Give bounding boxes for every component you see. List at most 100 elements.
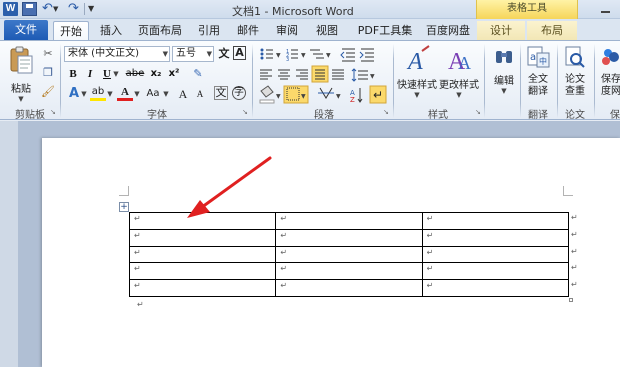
subscript-button[interactable]: x₂ (148, 66, 164, 82)
tab-view[interactable]: 视图 (312, 21, 342, 40)
redo-icon[interactable]: ↷ (66, 2, 81, 16)
binoculars-icon (496, 51, 512, 63)
table-cell[interactable]: ↵ (421, 212, 570, 230)
margin-mark (128, 186, 129, 196)
group-separator (520, 44, 521, 118)
tab-page-layout[interactable]: 页面布局 (134, 21, 186, 40)
quick-styles-button[interactable]: A 快速样式 ▼ (396, 45, 438, 101)
chevron-down-icon: ▼ (414, 91, 420, 99)
table-cell[interactable]: ↵ (275, 262, 423, 281)
grow-font-button[interactable]: A (175, 86, 191, 102)
tab-baidu-netdisk[interactable]: 百度网盘 (422, 21, 474, 40)
table-cell[interactable]: ↵ (275, 245, 423, 264)
highlight-button[interactable]: ab (90, 86, 106, 101)
save-icon[interactable] (22, 2, 37, 16)
table-cell[interactable]: ↵ (275, 212, 423, 230)
table-cell[interactable]: ↵ (421, 228, 570, 247)
bold-button[interactable]: B (65, 66, 81, 82)
font-color-button[interactable]: A (117, 86, 133, 101)
font-size-combo[interactable]: 五号 ▼ (172, 46, 214, 62)
customize-qat-icon[interactable]: ▼ (88, 2, 98, 16)
multilevel-list-icon (310, 49, 324, 59)
word-app-icon[interactable]: W (3, 2, 18, 16)
change-case-dropdown-icon[interactable]: ▼ (162, 86, 170, 102)
change-styles-button[interactable]: A A 更改样式 ▼ (438, 45, 480, 101)
strikethrough-button[interactable]: abe (125, 66, 145, 82)
table-cell[interactable]: ↵ (275, 228, 423, 247)
show-marks-icon: ↵ (373, 88, 383, 102)
paste-dropdown-icon[interactable]: ▼ (6, 95, 36, 103)
copy-icon[interactable]: ❐ (40, 65, 56, 81)
quick-styles-label: 快速样式 (397, 80, 437, 91)
table-cell[interactable]: ↵ (421, 279, 570, 297)
tab-file[interactable]: 文件 (4, 20, 48, 40)
font-color-dropdown-icon[interactable]: ▼ (133, 86, 141, 102)
styles-launcher-icon[interactable]: ↘ (475, 108, 483, 116)
group-label-paper: 论文 (565, 110, 585, 121)
table-cell[interactable]: ↵ (421, 262, 570, 281)
tab-references[interactable]: 引用 (194, 21, 224, 40)
clear-formatting-icon[interactable]: ✎ (190, 66, 206, 82)
tab-home[interactable]: 开始 (53, 21, 89, 40)
underline-dropdown-icon[interactable]: ▼ (112, 66, 120, 82)
table-cell[interactable]: ↵ (421, 245, 570, 264)
wen-phonetic-button[interactable]: 文 (216, 46, 232, 62)
full-text-translate-button[interactable]: a 中 全文 翻译 (522, 45, 554, 101)
char-shading-button[interactable]: 文 (214, 86, 228, 100)
tab-review[interactable]: 审阅 (272, 21, 302, 40)
text-effects-dropdown-icon[interactable]: ▼ (80, 86, 88, 102)
group-label-clipboard: 剪贴板 (15, 110, 45, 121)
paste-button[interactable]: 粘贴 ▼ (6, 45, 36, 103)
table-cell[interactable]: ↵ (128, 279, 277, 297)
shrink-font-button[interactable]: A (192, 86, 208, 102)
paper-check-button[interactable]: 论文 查重 (559, 45, 591, 101)
svg-text:▼: ▼ (336, 93, 341, 100)
table-cell[interactable]: ↵ (128, 228, 277, 247)
row-end-mark: ↵ (571, 263, 578, 273)
tab-pdf-tools[interactable]: PDF工具集 (354, 21, 416, 40)
annotation-arrow (187, 156, 272, 218)
font-launcher-icon[interactable]: ↘ (242, 108, 250, 116)
tab-table-layout[interactable]: 布局 (527, 21, 577, 40)
clipboard-launcher-icon[interactable]: ↘ (50, 108, 58, 116)
tab-mailings[interactable]: 邮件 (233, 21, 263, 40)
undo-dropdown-icon[interactable]: ▼ (53, 2, 61, 16)
group-label-paragraph: 段落 (314, 110, 334, 121)
table-resize-handle[interactable] (569, 298, 573, 302)
change-case-button[interactable]: Aa (143, 86, 163, 102)
enclose-char-button[interactable]: 字 (232, 86, 246, 100)
sort-icon: AZ (350, 88, 363, 104)
highlight-dropdown-icon[interactable]: ▼ (106, 86, 114, 102)
chevron-down-icon: ▼ (501, 87, 507, 95)
title-bar: W ↶ ▼ ↷ ▼ 文档1 - Microsoft Word 表格工具 (0, 0, 620, 19)
ribbon: 粘贴 ▼ ✂ ❐ 🖌 剪贴板 ↘ 宋体 (中文正文) ▼ 五号 ▼ 文 A B … (0, 40, 620, 121)
table-cell[interactable]: ↵ (128, 245, 277, 264)
table-move-handle-icon[interactable]: + (119, 202, 129, 212)
italic-button[interactable]: I (82, 66, 98, 82)
svg-text:Z: Z (350, 96, 355, 104)
font-name-combo[interactable]: 宋体 (中文正文) ▼ (64, 46, 170, 62)
editing-button[interactable]: 编辑 ▼ (487, 45, 521, 101)
save-to-netdisk-button[interactable]: 保存 度网 (597, 45, 620, 101)
paragraph-mark: ↵ (137, 300, 144, 309)
char-border-button[interactable]: A (233, 46, 246, 60)
paper-check-icon (565, 46, 585, 68)
chevron-down-icon: ▼ (162, 50, 168, 58)
table-cell[interactable]: ↵ (275, 279, 423, 297)
translate-label-line2: 翻译 (528, 86, 548, 97)
qat-separator (84, 3, 85, 15)
table-row: ↵ ↵ ↵ (128, 262, 570, 281)
cut-icon[interactable]: ✂ (40, 46, 56, 62)
format-painter-icon[interactable]: 🖌 (40, 84, 56, 100)
tab-insert[interactable]: 插入 (96, 21, 126, 40)
minimize-button[interactable] (594, 3, 616, 15)
table-cell[interactable]: ↵ (128, 262, 277, 281)
numbering-icon: 1 2 3 (286, 49, 298, 63)
paragraph-launcher-icon[interactable]: ↘ (383, 108, 391, 116)
tab-table-design[interactable]: 设计 (477, 21, 525, 40)
svg-text:A: A (406, 49, 423, 73)
document-page[interactable]: + ↵ ↵ ↵ ↵ ↵ ↵ ↵ ↵ ↵ ↵ ↵ ↵ ↵ ↵ ↵ ↵ ↵ ↵ ↵ ↵ ↵ (42, 138, 620, 367)
superscript-button[interactable]: x² (166, 66, 182, 82)
font-name-value: 宋体 (中文正文) (68, 48, 139, 59)
svg-text:A: A (458, 53, 471, 73)
